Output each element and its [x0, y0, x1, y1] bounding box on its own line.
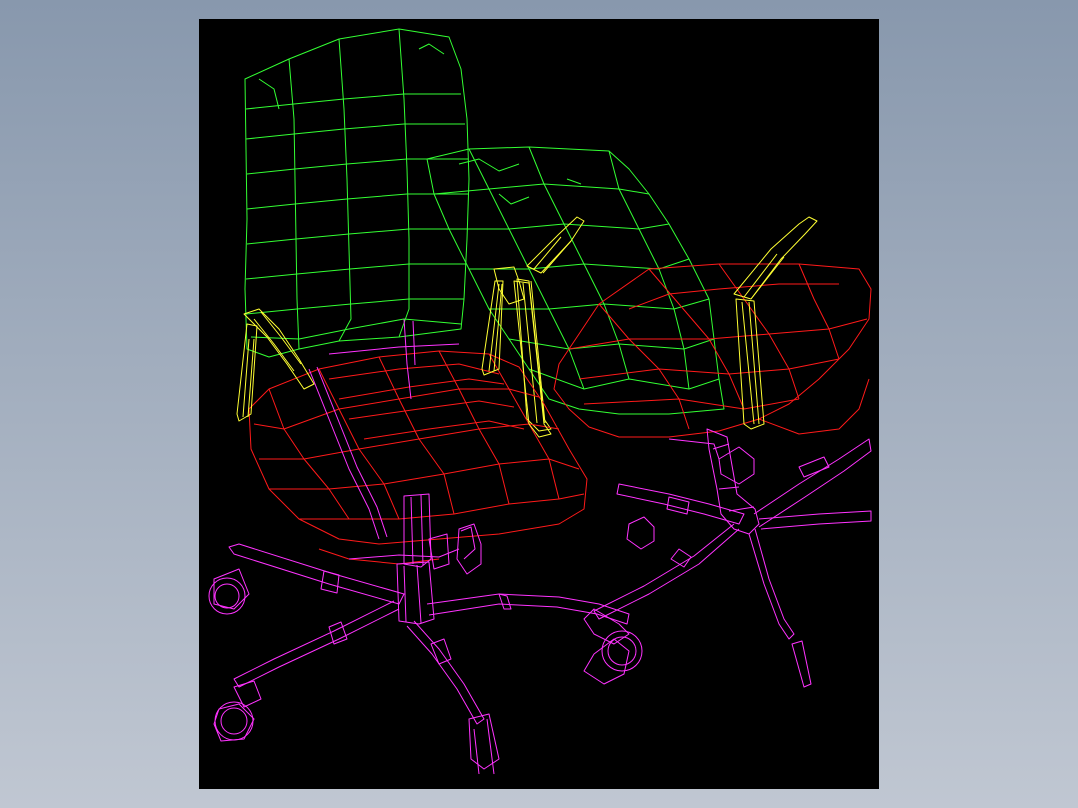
wireframe-drawing — [208, 28, 872, 775]
front-base — [208, 493, 630, 775]
rear-base — [583, 428, 872, 688]
front-seat-frame — [308, 318, 460, 540]
front-backrest — [244, 28, 470, 358]
rear-office-chair[interactable] — [426, 146, 872, 688]
rear-backrest — [426, 146, 725, 415]
front-armrests — [236, 266, 552, 438]
rear-seat — [553, 263, 872, 438]
front-office-chair[interactable] — [208, 28, 630, 775]
cad-viewport[interactable] — [199, 19, 879, 789]
